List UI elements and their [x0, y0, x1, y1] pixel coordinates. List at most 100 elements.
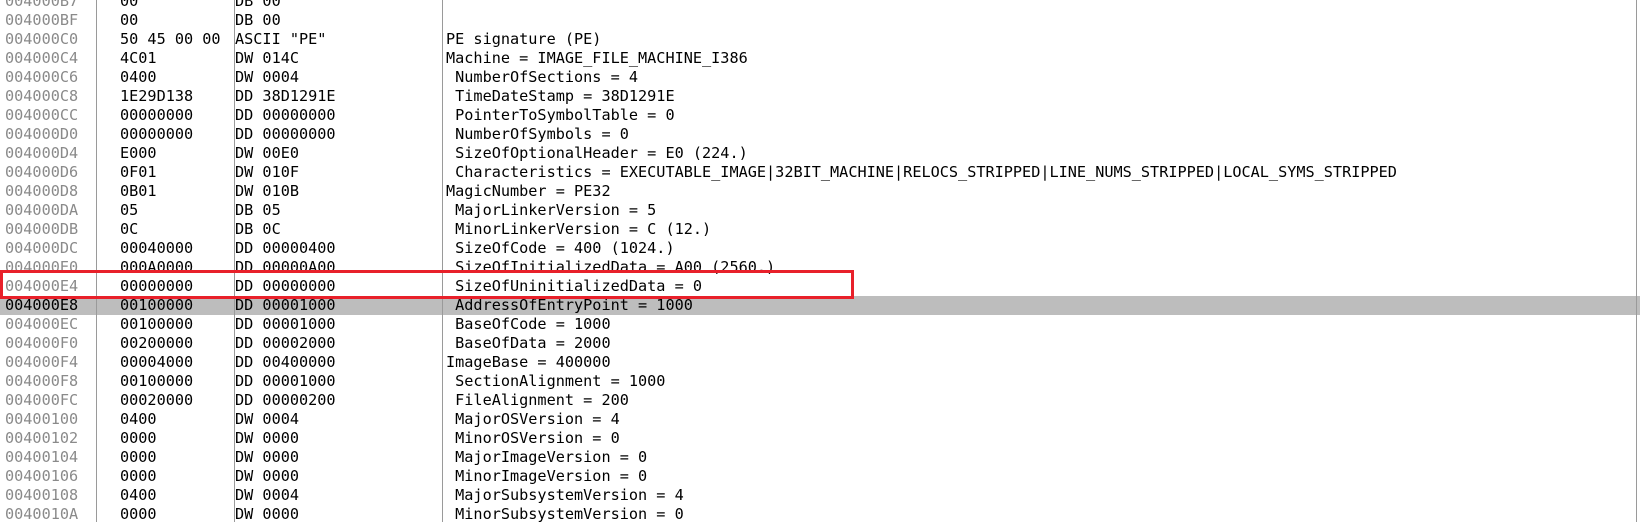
- dump-row[interactable]: 00400108 0400 DW 0004 MajorSubsystemVersio…: [0, 486, 1640, 505]
- disassembly-cell: DD 00000000: [235, 125, 336, 143]
- address-cell: 004000D6: [5, 163, 79, 181]
- address-cell: 004000F0: [5, 334, 79, 352]
- comment-cell: PointerToSymbolTable = 0: [446, 106, 675, 124]
- dump-row[interactable]: 004000BF 00 DB 00: [0, 11, 1640, 30]
- hex-dump-cell: 50 45 00 00: [120, 30, 221, 48]
- comment-cell: MinorLinkerVersion = C (12.): [446, 220, 712, 238]
- dump-row[interactable]: 004000C4 4C01 DW 014C Machine = IMAGE_FILE_…: [0, 49, 1640, 68]
- hex-dump-cell: 4C01: [120, 49, 157, 67]
- hex-dump-cell: 00100000: [120, 315, 194, 333]
- comment-cell: Machine = IMAGE_FILE_MACHINE_I386: [446, 49, 748, 67]
- hex-dump-cell: 0C: [120, 220, 139, 238]
- column-separator-hex[interactable]: [234, 0, 235, 522]
- dump-row-selected[interactable]: 004000E8 00100000 DD 00001000 AddressOfEnt…: [0, 296, 1640, 315]
- dump-row[interactable]: 004000DB 0C DB 0C MinorLinkerVersion = C (…: [0, 220, 1640, 239]
- comment-cell: MajorSubsystemVersion = 4: [446, 486, 684, 504]
- disassembly-cell: DW 0000: [235, 505, 300, 522]
- column-separator-address[interactable]: [96, 0, 97, 522]
- comment-cell: BaseOfData = 2000: [446, 334, 611, 352]
- dump-row[interactable]: 004000B7 00 DB 00: [0, 0, 1640, 11]
- column-separator-disassembly[interactable]: [442, 0, 443, 522]
- address-cell: 004000DA: [5, 201, 79, 219]
- dump-row[interactable]: 004000D0 00000000 DD 00000000 NumberOfSymb…: [0, 125, 1640, 144]
- dump-row[interactable]: 004000DC 00040000 DD 00000400 SizeOfCode =…: [0, 239, 1640, 258]
- dump-row[interactable]: 004000F4 00004000 DD 00400000 ImageBase = 4…: [0, 353, 1640, 372]
- hex-dump-cell: 000A0000: [120, 258, 194, 276]
- disassembly-cell: DB 0C: [235, 220, 281, 238]
- comment-cell: PE signature (PE): [446, 30, 602, 48]
- comment-cell: MajorImageVersion = 0: [446, 448, 648, 466]
- hex-dump-cell: 0000: [120, 429, 157, 447]
- dump-row[interactable]: 004000D6 0F01 DW 010F Characteristics = EX…: [0, 163, 1640, 182]
- dump-row[interactable]: 004000F0 00200000 DD 00002000 BaseOfData =…: [0, 334, 1640, 353]
- comment-cell: NumberOfSections = 4: [446, 68, 639, 86]
- address-cell: 004000BF: [5, 11, 79, 29]
- dump-row[interactable]: 00400102 0000 DW 0000 MinorOSVersion = 0: [0, 429, 1640, 448]
- address-cell: 004000F8: [5, 372, 79, 390]
- comment-cell: SizeOfUninitializedData = 0: [446, 277, 703, 295]
- hex-dump-cell: 00000000: [120, 106, 194, 124]
- dump-row[interactable]: 004000CC 00000000 DD 00000000 PointerToSym…: [0, 106, 1640, 125]
- comment-cell: Characteristics = EXECUTABLE_IMAGE|32BIT…: [446, 163, 1397, 181]
- disassembly-cell: DW 010B: [235, 182, 300, 200]
- hex-dump-cell: 05: [120, 201, 139, 219]
- comment-cell: MajorLinkerVersion = 5: [446, 201, 657, 219]
- dump-row[interactable]: 004000DA 05 DB 05 MajorLinkerVersion = 5: [0, 201, 1640, 220]
- address-cell: 004000E8: [5, 296, 79, 314]
- address-cell: 00400104: [5, 448, 79, 466]
- hex-dump-cell: 00: [120, 11, 139, 29]
- disassembly-cell: DD 00000200: [235, 391, 336, 409]
- dump-row[interactable]: 004000E4 00000000 DD 00000000 SizeOfUninit…: [0, 277, 1640, 296]
- disassembly-cell: DD 38D1291E: [235, 87, 336, 105]
- dump-row[interactable]: 004000F8 00100000 DD 00001000 SectionAlign…: [0, 372, 1640, 391]
- disassembly-cell: DD 00001000: [235, 372, 336, 390]
- comment-cell: SectionAlignment = 1000: [446, 372, 666, 390]
- dump-row[interactable]: 004000C0 50 45 00 00 ASCII "PE" PE signatur…: [0, 30, 1640, 49]
- comment-cell: SizeOfOptionalHeader = E0 (224.): [446, 144, 748, 162]
- disassembly-cell: DB 00: [235, 11, 281, 29]
- dump-row[interactable]: 004000C6 0400 DW 0004 NumberOfSections = 4: [0, 68, 1640, 87]
- dump-row[interactable]: 004000FC 00020000 DD 00000200 FileAlignmen…: [0, 391, 1640, 410]
- comment-cell: TimeDateStamp = 38D1291E: [446, 87, 675, 105]
- column-separator-comment: [1636, 0, 1637, 522]
- dump-rows: 004000B7 00 DB 00 004000BF 00 DB 00 004000C0 50…: [0, 0, 1640, 522]
- dump-row[interactable]: 004000E0 000A0000 DD 00000A00 SizeOfInitia…: [0, 258, 1640, 277]
- comment-cell: MagicNumber = PE32: [446, 182, 611, 200]
- disassembly-cell: DB 05: [235, 201, 281, 219]
- hex-dump-cell: 0000: [120, 467, 157, 485]
- dump-row[interactable]: 004000C8 1E29D138 DD 38D1291E TimeDateStam…: [0, 87, 1640, 106]
- disassembly-cell: DD 00000000: [235, 106, 336, 124]
- disassembly-cell: DW 0000: [235, 429, 300, 447]
- address-cell: 004000D4: [5, 144, 79, 162]
- pe-header-dump-view[interactable]: 004000B7 00 DB 00 004000BF 00 DB 00 004000C0 50…: [0, 0, 1640, 522]
- dump-row[interactable]: 0040010A 0000 DW 0000 MinorSubsystemVersio…: [0, 505, 1640, 522]
- disassembly-cell: DD 00001000: [235, 315, 336, 333]
- dump-row[interactable]: 004000EC 00100000 DD 00001000 BaseOfCode =…: [0, 315, 1640, 334]
- hex-dump-cell: 0000: [120, 448, 157, 466]
- hex-dump-cell: 0000: [120, 505, 157, 522]
- hex-dump-cell: 00100000: [120, 372, 194, 390]
- address-cell: 004000E0: [5, 258, 79, 276]
- hex-dump-cell: 00000000: [120, 277, 194, 295]
- address-cell: 00400102: [5, 429, 79, 447]
- disassembly-cell: DW 010F: [235, 163, 300, 181]
- disassembly-cell: DW 0000: [235, 448, 300, 466]
- hex-dump-cell: 00004000: [120, 353, 194, 371]
- hex-dump-cell: 0400: [120, 486, 157, 504]
- comment-cell: AddressOfEntryPoint = 1000: [446, 296, 693, 314]
- dump-row[interactable]: 00400106 0000 DW 0000 MinorImageVersion = …: [0, 467, 1640, 486]
- address-cell: 004000C0: [5, 30, 79, 48]
- dump-row[interactable]: 004000D4 E000 DW 00E0 SizeOfOptionalHeader…: [0, 144, 1640, 163]
- address-cell: 004000B7: [5, 0, 79, 10]
- disassembly-cell: DW 0004: [235, 410, 300, 428]
- address-cell: 004000C4: [5, 49, 79, 67]
- disassembly-cell: DD 00000400: [235, 239, 336, 257]
- dump-row[interactable]: 004000D8 0B01 DW 010B MagicNumber = PE32: [0, 182, 1640, 201]
- dump-row[interactable]: 00400104 0000 DW 0000 MajorImageVersion = …: [0, 448, 1640, 467]
- hex-dump-cell: 0F01: [120, 163, 157, 181]
- disassembly-cell: DW 0004: [235, 486, 300, 504]
- address-cell: 0040010A: [5, 505, 79, 522]
- dump-row[interactable]: 00400100 0400 DW 0004 MajorOSVersion = 4: [0, 410, 1640, 429]
- comment-cell: MinorOSVersion = 0: [446, 429, 620, 447]
- address-cell: 00400100: [5, 410, 79, 428]
